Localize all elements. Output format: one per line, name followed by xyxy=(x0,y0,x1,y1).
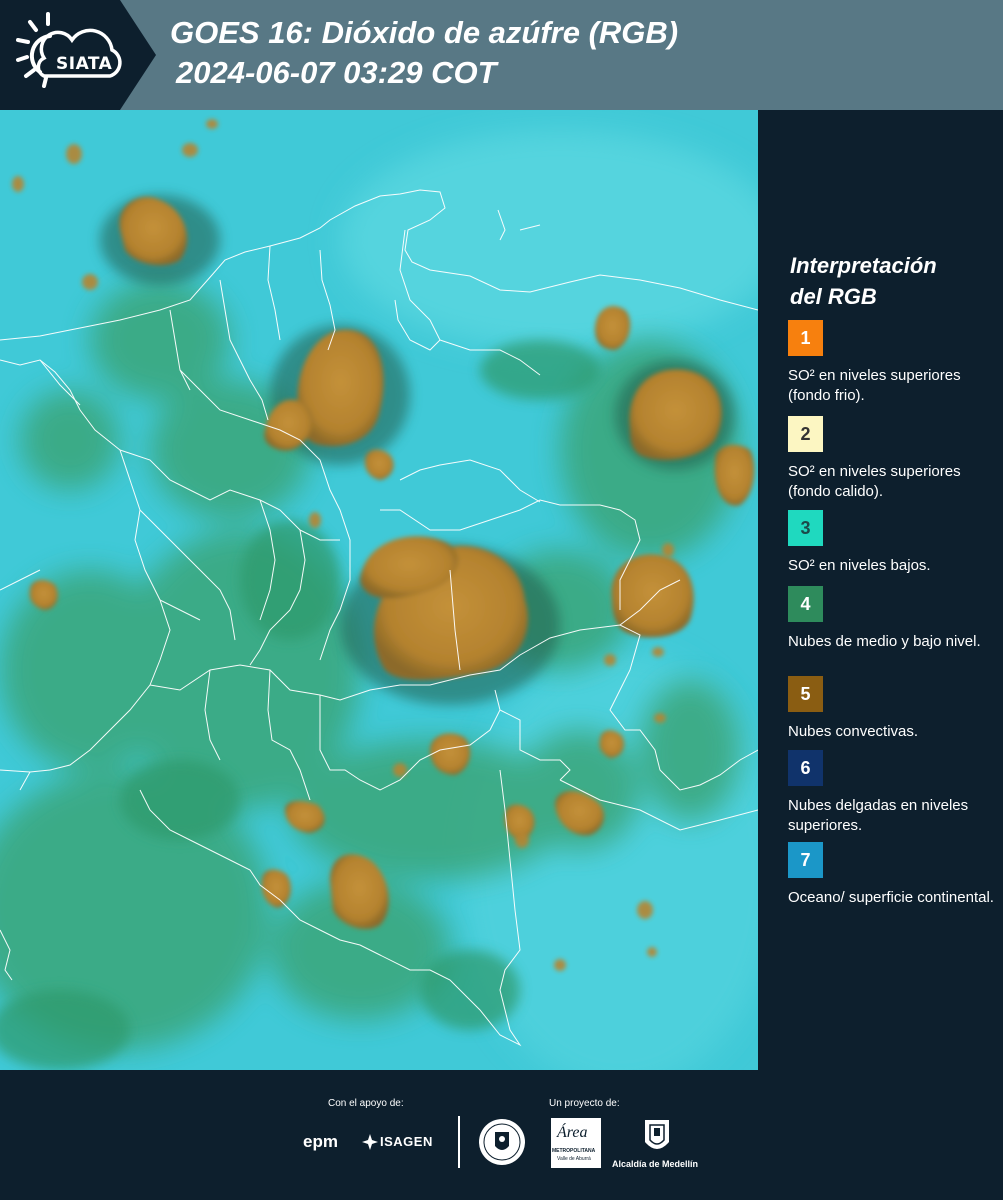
project-label: Un proyecto de: xyxy=(549,1098,620,1109)
legend-item-2: 2 SO² en niveles superiores (fondo calid… xyxy=(788,416,998,502)
legend-panel: Interpretación del RGB 1 SO² en niveles … xyxy=(760,110,1003,1070)
header: SIATA GOES 16: Dióxido de azúfre (RGB) 2… xyxy=(0,0,1003,110)
legend-swatch-3: 3 xyxy=(788,510,823,546)
legend-desc-4: Nubes de medio y bajo nivel. xyxy=(788,633,981,650)
medellin-seal-icon xyxy=(479,1119,525,1165)
legend-item-3: 3 SO² en niveles bajos. xyxy=(788,510,998,596)
legend-desc-1: SO² en niveles superiores (fondo frio). xyxy=(788,367,961,404)
satellite-map[interactable] xyxy=(0,110,758,1070)
area-metro-sub: METROPOLITANA xyxy=(552,1148,596,1154)
alcaldia-label: Alcaldía de Medellín xyxy=(612,1159,699,1169)
isagen-logo: ISAGEN xyxy=(380,1134,433,1149)
legend-item-7: 7 Oceano/ superficie continental. xyxy=(788,842,998,928)
legend-swatch-7: 7 xyxy=(788,842,823,878)
alcaldia-shield-icon xyxy=(645,1120,669,1149)
legend-swatch-4: 4 xyxy=(788,586,823,622)
legend-title-line1: Interpretación xyxy=(790,253,937,278)
legend-item-1: 1 SO² en niveles superiores (fondo frio)… xyxy=(788,320,998,406)
rgb-imagery xyxy=(0,110,758,1070)
epm-logo: epm xyxy=(303,1132,338,1151)
legend-swatch-6: 6 xyxy=(788,750,823,786)
legend-item-4: 4 Nubes de medio y bajo nivel. xyxy=(788,586,998,672)
legend-swatch-5: 5 xyxy=(788,676,823,712)
footer: Con el apoyo de: Un proyecto de: epm ISA… xyxy=(0,1070,1003,1200)
legend-desc-7: Oceano/ superficie continental. xyxy=(788,889,994,906)
area-metro-text: Área xyxy=(557,1124,588,1141)
legend-title-line2: del RGB xyxy=(790,284,877,309)
footer-divider xyxy=(458,1116,460,1168)
area-metropolitana-logo: Área METROPOLITANA Valle de Aburrá xyxy=(551,1118,601,1168)
legend-desc-6: Nubes delgadas en niveles superiores. xyxy=(788,797,969,834)
legend-swatch-1: 1 xyxy=(788,320,823,356)
area-metro-sub2: Valle de Aburrá xyxy=(557,1156,591,1162)
siata-logo: SIATA xyxy=(10,10,130,100)
legend-item-6: 6 Nubes delgadas en niveles superiores. xyxy=(788,750,998,836)
isagen-star-icon xyxy=(362,1134,378,1150)
logo-text: SIATA xyxy=(56,54,113,74)
legend-desc-2: SO² en niveles superiores (fondo calido)… xyxy=(788,463,961,500)
map-datetime: 2024-06-07 03:29 COT xyxy=(176,55,497,90)
legend-title: Interpretación del RGB xyxy=(790,250,1000,312)
map-title: GOES 16: Dióxido de azúfre (RGB) xyxy=(170,15,679,50)
sponsor-label: Con el apoyo de: xyxy=(328,1098,404,1109)
legend-swatch-2: 2 xyxy=(788,416,823,452)
